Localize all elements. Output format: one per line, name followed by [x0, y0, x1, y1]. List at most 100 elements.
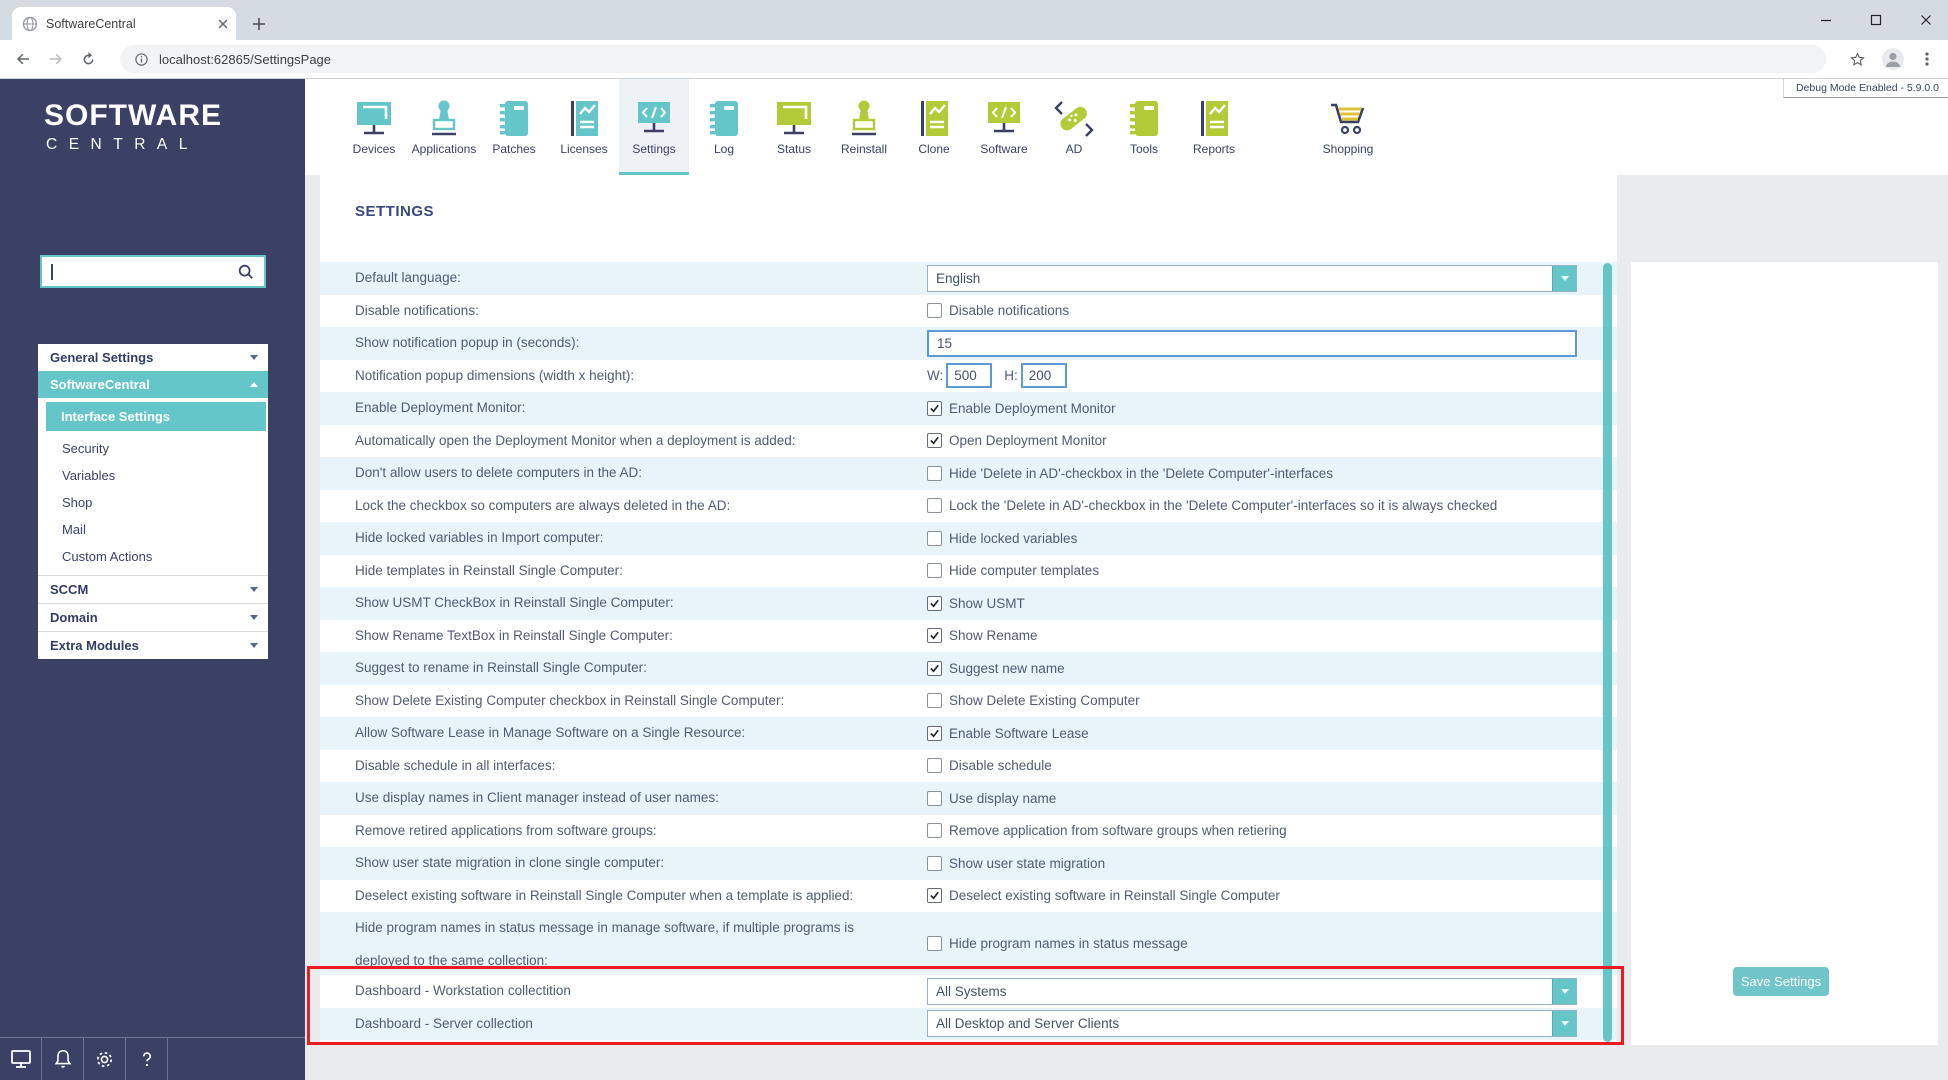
- checkbox[interactable]: [927, 791, 942, 806]
- page-title: SETTINGS: [355, 203, 434, 220]
- sidebar-item-label: Custom Actions: [62, 549, 152, 564]
- forward-icon[interactable]: [47, 50, 65, 68]
- text-caret: [51, 264, 53, 280]
- sidebar-group-domain[interactable]: Domain: [38, 603, 268, 631]
- setting-label: Use display names in Client manager inst…: [320, 789, 910, 807]
- save-settings-button[interactable]: Save Settings: [1733, 967, 1829, 996]
- checkbox[interactable]: [927, 936, 942, 951]
- sidebar-group-general-settings[interactable]: General Settings: [38, 344, 268, 371]
- footer-button-gear[interactable]: [84, 1038, 126, 1080]
- toolbar-item-clone[interactable]: Clone: [899, 79, 969, 175]
- toolbar-item-label: Status: [777, 142, 811, 156]
- checkbox[interactable]: [927, 596, 942, 611]
- toolbar-item-shopping[interactable]: Shopping: [1313, 79, 1383, 175]
- sidebar-item-interface-settings[interactable]: Interface Settings: [46, 402, 266, 431]
- toolbar-item-reports[interactable]: Reports: [1179, 79, 1249, 175]
- sidebar-nav: General SettingsSoftwareCentral Interface…: [38, 344, 268, 659]
- toolbar-item-tools[interactable]: Tools: [1109, 79, 1179, 175]
- checkbox[interactable]: [927, 303, 942, 318]
- toolbar-item-settings[interactable]: Settings: [619, 79, 689, 175]
- footer-button-display[interactable]: [0, 1038, 42, 1080]
- sidebar-group-extra-modules[interactable]: Extra Modules: [38, 631, 268, 659]
- checkbox-label: Show Delete Existing Computer: [949, 693, 1140, 708]
- setting-text-input[interactable]: 15: [927, 330, 1577, 357]
- toolbar-item-label: Patches: [492, 142, 535, 156]
- cart-icon: [1325, 98, 1371, 140]
- window-maximize-button[interactable]: [1870, 14, 1882, 26]
- toolbar-item-reinstall[interactable]: Reinstall: [829, 79, 899, 175]
- checkbox[interactable]: [927, 433, 942, 448]
- setting-label: Don't allow users to delete computers in…: [320, 464, 910, 482]
- footer-button-bell[interactable]: [42, 1038, 84, 1080]
- checkbox[interactable]: [927, 628, 942, 643]
- toolbar-item-label: Reinstall: [841, 142, 887, 156]
- checkbox[interactable]: [927, 726, 942, 741]
- sidebar-item-mail[interactable]: Mail: [38, 516, 268, 543]
- sidebar-item-security[interactable]: Security: [38, 435, 268, 462]
- checkbox[interactable]: [927, 758, 942, 773]
- toolbar-item-ad[interactable]: AD: [1039, 79, 1109, 175]
- back-icon[interactable]: [14, 50, 32, 68]
- setting-label: Hide program names in status message in …: [320, 911, 910, 977]
- checkbox[interactable]: [927, 856, 942, 871]
- settings-row: Lock the checkbox so computers are alway…: [320, 490, 1617, 523]
- sidebar-item-label: Interface Settings: [61, 409, 170, 424]
- checkbox[interactable]: [927, 563, 942, 578]
- tab-close-icon[interactable]: [218, 19, 228, 29]
- scrollbar-thumb[interactable]: [1603, 263, 1612, 1042]
- settings-row: Allow Software Lease in Manage Software …: [320, 717, 1617, 750]
- chevron-down-icon[interactable]: [1552, 266, 1576, 291]
- checkbox[interactable]: [927, 823, 942, 838]
- sidebar-item-custom-actions[interactable]: Custom Actions: [38, 543, 268, 570]
- toolbar-item-applications[interactable]: Applications: [409, 79, 479, 175]
- info-icon[interactable]: [134, 52, 149, 67]
- setting-label: Disable schedule in all interfaces:: [320, 757, 910, 775]
- browser-tab[interactable]: SoftwareCentral: [12, 7, 236, 40]
- sidebar-item-variables[interactable]: Variables: [38, 462, 268, 489]
- toolbar-item-software[interactable]: Software: [969, 79, 1039, 175]
- checkbox-label: Remove application from software groups …: [949, 823, 1287, 838]
- footer-button-help[interactable]: [126, 1038, 168, 1080]
- checkbox[interactable]: [927, 693, 942, 708]
- sidebar-group-sccm[interactable]: SCCM: [38, 575, 268, 603]
- setting-control: English: [927, 265, 1617, 292]
- setting-label: Hide templates in Reinstall Single Compu…: [320, 562, 910, 580]
- sidebar-search-input[interactable]: [40, 255, 266, 288]
- refresh-icon[interactable]: [80, 51, 97, 68]
- setting-control: Lock the 'Delete in AD'-checkbox in the …: [927, 498, 1617, 513]
- checkbox[interactable]: [927, 466, 942, 481]
- select-dashboard-server-collection[interactable]: All Desktop and Server Clients: [927, 1010, 1577, 1037]
- chevron-down-icon[interactable]: [1552, 979, 1576, 1004]
- width-input[interactable]: 500: [946, 363, 992, 388]
- height-input[interactable]: 200: [1021, 363, 1067, 388]
- toolbar-item-label: Log: [714, 142, 734, 156]
- select-default-language[interactable]: English: [927, 265, 1577, 292]
- sidebar-item-shop[interactable]: Shop: [38, 489, 268, 516]
- new-tab-button[interactable]: [252, 17, 266, 31]
- toolbar-item-log[interactable]: Log: [689, 79, 759, 175]
- checkbox-label: Hide locked variables: [949, 531, 1077, 546]
- menu-dots-icon[interactable]: [1920, 51, 1934, 67]
- toolbar-item-status[interactable]: Status: [759, 79, 829, 175]
- window-minimize-button[interactable]: [1820, 14, 1832, 26]
- chevron-down-icon[interactable]: [1552, 1011, 1576, 1036]
- select-dashboard-workstation-collectition[interactable]: All Systems: [927, 978, 1577, 1005]
- chevron-up-icon: [250, 382, 258, 387]
- globe-favicon-icon: [22, 16, 38, 32]
- checkbox[interactable]: [927, 498, 942, 513]
- checkbox[interactable]: [927, 401, 942, 416]
- toolbar-item-patches[interactable]: Patches: [479, 79, 549, 175]
- window-close-button[interactable]: [1920, 14, 1932, 26]
- checkbox[interactable]: [927, 531, 942, 546]
- setting-control: Remove application from software groups …: [927, 823, 1617, 838]
- checkbox[interactable]: [927, 661, 942, 676]
- avatar[interactable]: [1881, 47, 1905, 71]
- setting-control: Use display name: [927, 791, 1617, 806]
- toolbar-item-devices[interactable]: Devices: [339, 79, 409, 175]
- url-bar[interactable]: localhost:62865/SettingsPage: [120, 45, 1826, 73]
- bookmark-star-icon[interactable]: [1849, 51, 1866, 68]
- toolbar-item-licenses[interactable]: Licenses: [549, 79, 619, 175]
- sidebar-group-softwarecentral[interactable]: SoftwareCentral: [38, 371, 268, 398]
- search-icon[interactable]: [237, 263, 255, 281]
- checkbox[interactable]: [927, 888, 942, 903]
